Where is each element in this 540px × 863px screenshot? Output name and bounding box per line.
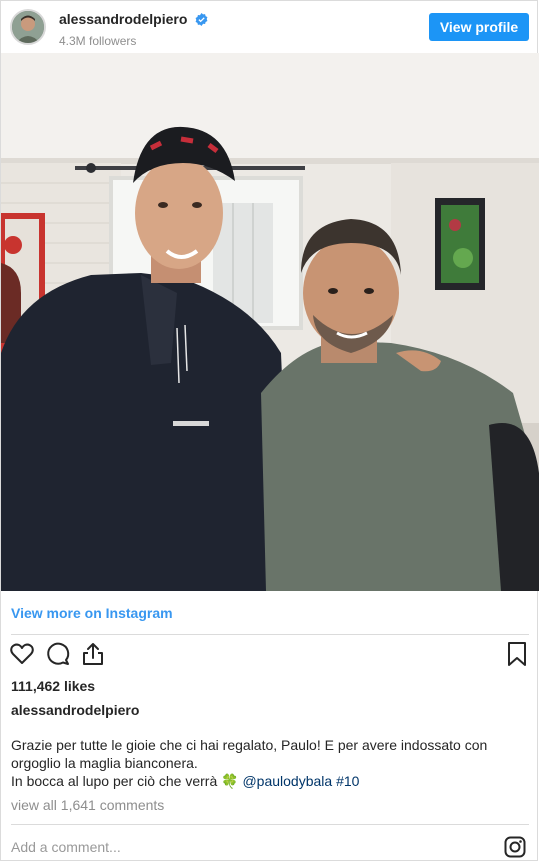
post-header: alessandrodelpiero 4.3M followers View p… (1, 1, 539, 53)
follower-count: 4.3M followers (59, 34, 137, 48)
instagram-embed-card: alessandrodelpiero 4.3M followers View p… (0, 0, 539, 863)
caption-text-line-1: Grazie per tutte le gioie che ci hai reg… (11, 737, 488, 771)
four-leaf-clover-emoji: 🍀 (221, 773, 239, 789)
share-icon[interactable] (80, 641, 106, 672)
post-caption: Grazie per tutte le gioie che ci hai reg… (11, 736, 516, 790)
avatar[interactable] (10, 9, 46, 45)
hashtag-link[interactable]: #10 (336, 773, 359, 789)
mention-link[interactable]: @paulodybala (242, 773, 332, 789)
bookmark-icon[interactable] (505, 641, 529, 672)
view-profile-button[interactable]: View profile (429, 13, 529, 41)
instagram-icon[interactable] (504, 836, 526, 863)
user-info: alessandrodelpiero 4.3M followers (59, 11, 208, 49)
username[interactable]: alessandrodelpiero (59, 11, 187, 27)
divider (11, 634, 529, 635)
view-all-comments-link[interactable]: view all 1,641 comments (11, 797, 164, 813)
divider (11, 824, 529, 825)
verified-badge-icon (195, 13, 208, 31)
heart-icon[interactable] (9, 641, 35, 672)
caption-text-line-2: In bocca al lupo per ciò che verrà 🍀 @pa… (11, 772, 516, 790)
post-photo[interactable] (1, 53, 539, 591)
view-more-on-instagram-link[interactable]: View more on Instagram (11, 605, 173, 621)
comment-icon[interactable] (45, 641, 71, 672)
add-comment-field[interactable]: Add a comment... (11, 839, 121, 855)
caption-author[interactable]: alessandrodelpiero (11, 702, 139, 718)
caption-text: In bocca al lupo per ciò che verrà (11, 773, 218, 789)
like-count[interactable]: 111,462 likes (11, 678, 95, 694)
post-actions-bar (1, 641, 539, 673)
